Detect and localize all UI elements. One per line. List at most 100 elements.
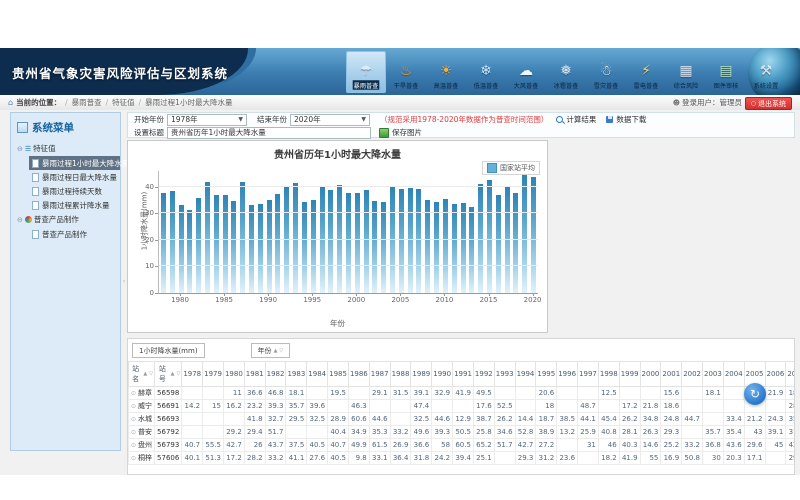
start-year-select[interactable]: 1978年 ▼ — [167, 114, 247, 126]
year-header[interactable]: 1986 — [348, 362, 369, 387]
sort-asc-icon[interactable]: ▲ — [143, 371, 147, 377]
nav-item-hail[interactable]: ❅冰雹普查 — [546, 51, 586, 93]
year-header[interactable]: 1992 — [473, 362, 494, 387]
value-cell: 18.1 — [703, 387, 724, 400]
year-header[interactable]: 1994 — [515, 362, 536, 387]
nav-item-drought[interactable]: ♨干旱普查 — [386, 51, 426, 93]
year-header[interactable]: 2004 — [723, 362, 744, 387]
year-header[interactable]: 1995 — [536, 362, 557, 387]
year-header[interactable]: 2000 — [640, 362, 661, 387]
nav-item-wind[interactable]: ☁大风普查 — [506, 51, 546, 93]
year-header[interactable]: 1997 — [578, 362, 599, 387]
year-header[interactable]: 1996 — [557, 362, 578, 387]
nav-item-high-temp[interactable]: ☀高温普查 — [426, 51, 466, 93]
sync-floating-button[interactable]: ↻ — [744, 383, 766, 405]
breadcrumb-item[interactable]: 暴雨普查 — [72, 97, 102, 108]
station-name-cell[interactable]: ⊙水城 — [129, 413, 155, 426]
year-header[interactable]: 2002 — [682, 362, 703, 387]
tree-item[interactable]: 普查产品制作 — [29, 227, 120, 241]
station-name-cell[interactable]: ⊙威宁 — [129, 400, 155, 413]
sort-asc-icon[interactable]: ▲ — [274, 348, 278, 354]
filter-icon[interactable]: ▽ — [176, 371, 180, 377]
year-header[interactable]: 1999 — [619, 362, 640, 387]
tree-item[interactable]: 暴雨过程持续天数 — [29, 184, 120, 198]
expand-row-icon[interactable]: ⊙ — [131, 416, 136, 423]
bar-slot — [309, 171, 318, 293]
station-name-header[interactable]: 站名▲▽ — [129, 362, 155, 387]
station-name-cell[interactable]: ⊙桐梓 — [129, 452, 155, 465]
bar-slot — [265, 171, 274, 293]
value-field-box[interactable]: 1小时降水量(mm) — [132, 343, 205, 358]
value-cell: 40.8 — [598, 426, 619, 439]
breadcrumb-item[interactable]: 特征值 — [112, 97, 135, 108]
year-header[interactable]: 2003 — [703, 362, 724, 387]
nav-item-lightning[interactable]: ⚡雷电普查 — [626, 51, 666, 93]
tree-group[interactable]: ⊖普查产品制作 — [15, 212, 120, 227]
nav-item-settings[interactable]: ⚒系统设置 — [746, 51, 786, 93]
y-tick-mark — [155, 240, 158, 241]
year-header[interactable]: 1984 — [307, 362, 328, 387]
page: { "header": { "title": "贵州省气象灾害风险评估与区划系统… — [0, 0, 800, 500]
breadcrumb-item[interactable]: 暴雨过程1小时最大降水量 — [145, 97, 232, 108]
save-icon — [606, 116, 613, 123]
tree-item[interactable]: 暴雨过程1小时最大降水量 — [29, 156, 120, 170]
value-cell: 26.2 — [494, 413, 515, 426]
year-header[interactable]: 1989 — [411, 362, 432, 387]
year-header[interactable]: 2006 — [765, 362, 786, 387]
expand-row-icon[interactable]: ⊙ — [131, 429, 136, 436]
value-cell: 29.6 — [744, 439, 765, 452]
year-header[interactable]: 2001 — [661, 362, 682, 387]
year-header[interactable]: 1979 — [203, 362, 224, 387]
year-header[interactable]: 1982 — [265, 362, 286, 387]
nav-item-comprehensive-risk[interactable]: ▦综合风险 — [666, 51, 706, 93]
station-id-header[interactable]: 站号▲▽ — [155, 362, 182, 387]
expand-row-icon[interactable]: ⊙ — [131, 390, 136, 397]
end-year-select[interactable]: 2020年 ▼ — [290, 114, 370, 126]
year-header[interactable]: 1983 — [286, 362, 307, 387]
value-cell: 51.3 — [203, 452, 224, 465]
bar-1993 — [293, 183, 298, 293]
nav-item-map-review[interactable]: ▤图件审核 — [706, 51, 746, 93]
sort-asc-icon[interactable]: ▲ — [171, 371, 175, 377]
value-cell: 28.2 — [244, 452, 265, 465]
year-header[interactable]: 1980 — [223, 362, 244, 387]
filter-icon[interactable]: ▽ — [149, 371, 153, 377]
year-header[interactable]: 1993 — [494, 362, 515, 387]
end-year-value: 2020年 — [294, 114, 321, 125]
expand-row-icon[interactable]: ⊙ — [131, 442, 136, 449]
year-header[interactable]: 1987 — [369, 362, 390, 387]
bar-2000 — [355, 193, 360, 293]
data-download-button[interactable]: 数据下载 — [606, 114, 646, 125]
expand-row-icon[interactable]: ⊙ — [131, 455, 136, 462]
station-name-cell[interactable]: ⊙盘州 — [129, 439, 155, 452]
nav-item-low-temp[interactable]: ❄低温普查 — [466, 51, 506, 93]
year-header[interactable]: 1985 — [328, 362, 349, 387]
expand-row-icon[interactable]: ⊙ — [131, 403, 136, 410]
tree-item[interactable]: 暴雨过程累计降水量 — [29, 198, 120, 212]
nav-item-snow[interactable]: ☃雪灾普查 — [586, 51, 626, 93]
year-header[interactable]: 1990 — [432, 362, 453, 387]
year-header[interactable]: 1981 — [244, 362, 265, 387]
year-header[interactable]: 1988 — [390, 362, 411, 387]
year-header[interactable]: 1998 — [598, 362, 619, 387]
year-header[interactable]: 1991 — [453, 362, 474, 387]
station-name-cell[interactable]: ⊙赫章 — [129, 387, 155, 400]
nav-item-rainstorm[interactable]: ☂暴雨普查 — [346, 51, 386, 93]
low-temp-icon: ❄ — [480, 64, 492, 79]
calculate-button[interactable]: 计算结果 — [556, 114, 596, 125]
year-header[interactable]: 1978 — [182, 362, 203, 387]
logout-button[interactable]: ○ 退出系统 — [745, 97, 792, 110]
value-cell: 31.8 — [411, 452, 432, 465]
save-image-button[interactable]: 保存图片 — [379, 127, 422, 138]
value-cell: 29.5 — [786, 452, 795, 465]
tree-item[interactable]: 暴雨过程日最大降水量 — [29, 170, 120, 184]
bar-slot — [441, 171, 450, 293]
chart-title-input[interactable] — [167, 127, 371, 139]
filter-icon[interactable]: ▽ — [279, 348, 283, 354]
value-cell: 33.4 — [723, 413, 744, 426]
year-field-box[interactable]: 年份 ▲ ▽ — [251, 343, 291, 358]
station-name-cell[interactable]: ⊙普安 — [129, 426, 155, 439]
year-header[interactable]: 2007 — [786, 362, 795, 387]
value-cell: 29.2 — [223, 426, 244, 439]
tree-group[interactable]: ⊖☰特征值 — [15, 141, 120, 156]
